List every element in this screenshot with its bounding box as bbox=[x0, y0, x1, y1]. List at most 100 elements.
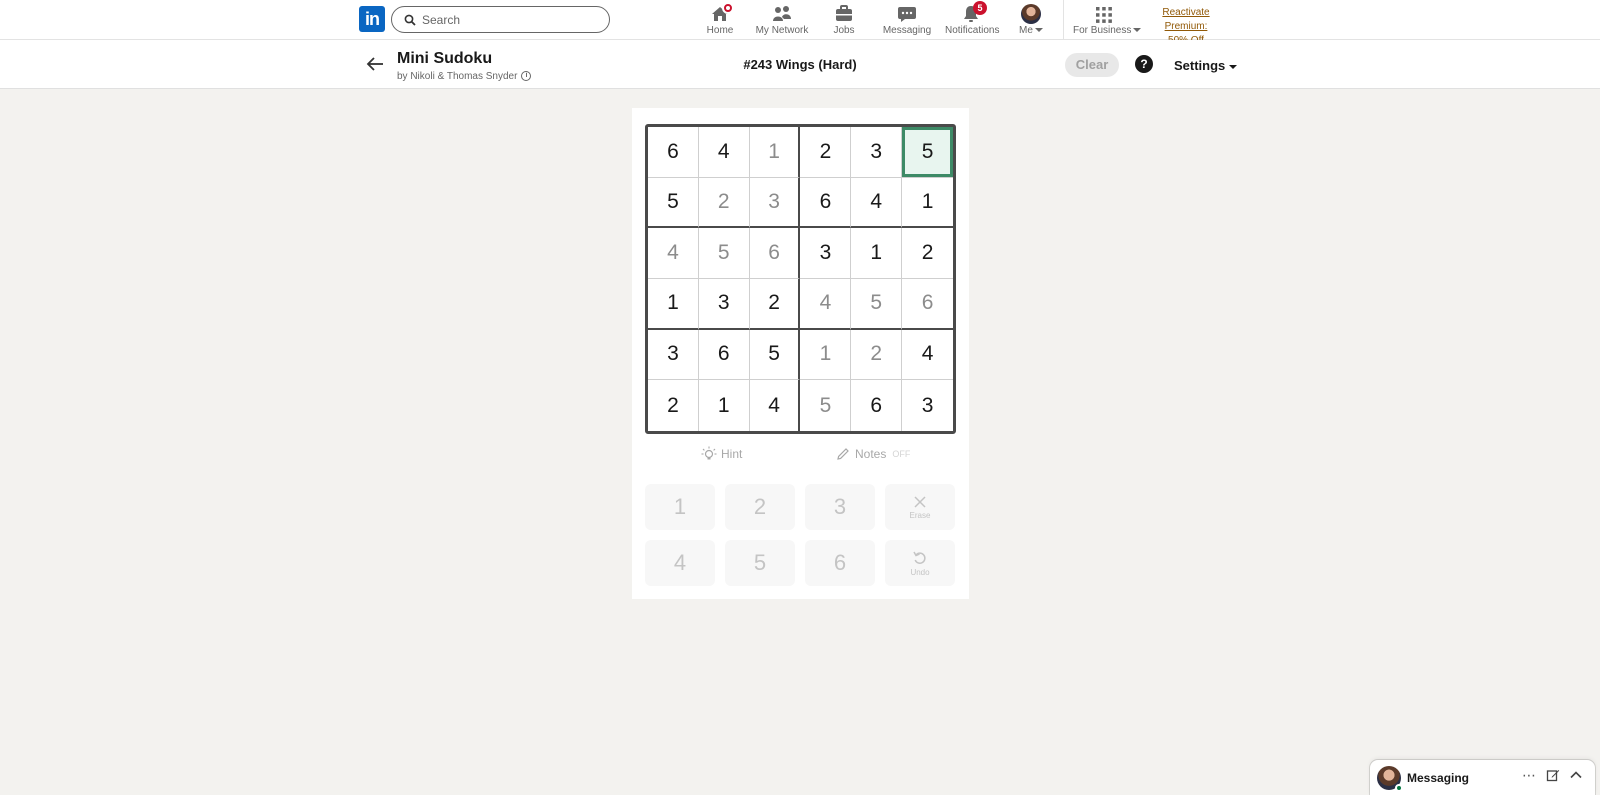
chevron-up-icon[interactable] bbox=[1569, 768, 1583, 785]
sudoku-cell-r5-c1[interactable]: 3 bbox=[648, 329, 699, 381]
nav-my-network-label: My Network bbox=[755, 25, 809, 36]
sudoku-grid: 641235523641456312132456365124214563 bbox=[645, 124, 956, 434]
sudoku-cell-r4-c6[interactable]: 6 bbox=[902, 279, 953, 330]
sudoku-cell-r5-c6[interactable]: 4 bbox=[902, 330, 953, 381]
hint-button[interactable]: Hint bbox=[701, 446, 742, 462]
nav-divider bbox=[1063, 0, 1064, 40]
undo-label: Undo bbox=[910, 567, 930, 577]
nav-home[interactable]: Home bbox=[702, 2, 738, 38]
sudoku-cell-r4-c4[interactable]: 4 bbox=[800, 279, 852, 330]
settings-label: Settings bbox=[1174, 58, 1226, 73]
undo-button[interactable]: Undo bbox=[885, 540, 955, 586]
sudoku-cell-r2-c1[interactable]: 5 bbox=[648, 177, 699, 229]
sudoku-cell-r5-c3[interactable]: 5 bbox=[749, 329, 801, 381]
nav-jobs-label: Jobs bbox=[833, 25, 855, 36]
sudoku-cell-r3-c1[interactable]: 4 bbox=[648, 228, 699, 279]
key-4[interactable]: 4 bbox=[645, 540, 715, 586]
sudoku-cell-r2-c2[interactable]: 2 bbox=[698, 177, 750, 229]
sudoku-cell-r4-c1[interactable]: 1 bbox=[648, 279, 699, 330]
search-box[interactable] bbox=[391, 6, 610, 33]
sudoku-cell-r1-c4[interactable]: 2 bbox=[800, 127, 852, 178]
clear-button[interactable]: Clear bbox=[1065, 53, 1119, 77]
arrow-left-icon bbox=[366, 57, 383, 71]
erase-label: Erase bbox=[909, 510, 931, 520]
global-nav: in Home My Network Jobs Messaging 5 bbox=[0, 0, 1600, 46]
settings-dropdown[interactable]: Settings bbox=[1174, 58, 1238, 73]
sudoku-cell-r3-c3[interactable]: 6 bbox=[749, 228, 801, 279]
close-icon bbox=[914, 495, 926, 508]
sudoku-cell-r5-c2[interactable]: 6 bbox=[698, 329, 750, 381]
hint-label: Hint bbox=[721, 447, 743, 461]
nav-notifications[interactable]: 5 Notifications bbox=[945, 1, 999, 38]
key-6[interactable]: 6 bbox=[805, 540, 875, 586]
back-button[interactable] bbox=[365, 54, 385, 74]
nav-home-label: Home bbox=[706, 25, 734, 36]
sudoku-cell-r2-c6[interactable]: 1 bbox=[902, 178, 953, 229]
chevron-down-icon bbox=[1034, 28, 1043, 33]
nav-me[interactable]: Me bbox=[1016, 4, 1046, 38]
erase-button[interactable]: Erase bbox=[885, 484, 955, 530]
sudoku-cell-r5-c4[interactable]: 1 bbox=[800, 329, 852, 381]
sudoku-cell-r3-c4[interactable]: 3 bbox=[800, 228, 852, 279]
sudoku-cell-r6-c5[interactable]: 6 bbox=[851, 380, 903, 431]
compose-icon[interactable] bbox=[1546, 768, 1560, 785]
key-1[interactable]: 1 bbox=[645, 484, 715, 530]
nav-me-label: Me bbox=[1019, 25, 1033, 36]
sudoku-cell-r5-c5[interactable]: 2 bbox=[851, 329, 903, 381]
sudoku-cell-r2-c3[interactable]: 3 bbox=[749, 177, 801, 229]
game-panel: 641235523641456312132456365124214563 Hin… bbox=[632, 108, 969, 599]
sudoku-cell-r4-c3[interactable]: 2 bbox=[749, 279, 801, 330]
sudoku-cell-r4-c5[interactable]: 5 bbox=[851, 279, 903, 330]
sudoku-cell-r3-c5[interactable]: 1 bbox=[851, 228, 903, 279]
premium-line-1: Reactivate Premium: bbox=[1162, 7, 1210, 32]
online-status-dot bbox=[1395, 784, 1403, 792]
linkedin-logo[interactable]: in bbox=[359, 6, 385, 32]
nav-my-network[interactable]: My Network bbox=[752, 4, 812, 38]
nav-jobs[interactable]: Jobs bbox=[828, 4, 860, 38]
game-byline: by Nikoli & Thomas Snyder bbox=[397, 71, 518, 82]
number-pad: 1 2 3 Erase 4 5 6 Undo bbox=[645, 484, 956, 596]
sudoku-cell-r2-c4[interactable]: 6 bbox=[800, 177, 852, 229]
sudoku-cell-r1-c5[interactable]: 3 bbox=[851, 127, 903, 178]
sudoku-cell-r6-c3[interactable]: 4 bbox=[750, 380, 801, 431]
key-2[interactable]: 2 bbox=[725, 484, 795, 530]
nav-for-business[interactable]: For Business bbox=[1073, 4, 1142, 38]
profile-avatar bbox=[1021, 4, 1041, 24]
sudoku-cell-r4-c2[interactable]: 3 bbox=[698, 279, 750, 330]
sudoku-cell-r6-c2[interactable]: 1 bbox=[699, 380, 750, 431]
sudoku-cell-r1-c6[interactable]: 5 bbox=[902, 127, 953, 178]
home-activity-badge bbox=[722, 2, 734, 14]
lightbulb-icon bbox=[701, 446, 717, 460]
sudoku-cell-r1-c3[interactable]: 1 bbox=[749, 127, 801, 178]
info-icon[interactable]: i bbox=[521, 71, 532, 82]
nav-messaging[interactable]: Messaging bbox=[882, 4, 932, 38]
notes-toggle[interactable]: Notes OFF bbox=[835, 446, 910, 462]
home-icon bbox=[710, 2, 734, 24]
pencil-icon bbox=[837, 448, 849, 460]
sudoku-cell-r6-c6[interactable]: 3 bbox=[902, 380, 953, 431]
people-icon bbox=[772, 4, 792, 24]
sudoku-cell-r3-c2[interactable]: 5 bbox=[698, 228, 750, 279]
key-3[interactable]: 3 bbox=[805, 484, 875, 530]
sudoku-cell-r3-c6[interactable]: 2 bbox=[902, 228, 953, 279]
briefcase-icon bbox=[834, 4, 854, 24]
chat-icon bbox=[897, 4, 917, 24]
messaging-dock[interactable]: Messaging ⋯ bbox=[1370, 760, 1595, 795]
bell-icon: 5 bbox=[961, 1, 987, 24]
search-icon bbox=[404, 14, 416, 26]
puzzle-name: #243 Wings (Hard) bbox=[743, 57, 857, 72]
sudoku-cell-r6-c1[interactable]: 2 bbox=[648, 380, 699, 431]
help-icon[interactable]: ? bbox=[1135, 55, 1153, 73]
sudoku-cell-r1-c2[interactable]: 4 bbox=[698, 127, 750, 178]
sudoku-cell-r1-c1[interactable]: 6 bbox=[648, 127, 699, 178]
sudoku-cell-r6-c4[interactable]: 5 bbox=[800, 380, 852, 431]
app-grid-icon bbox=[1095, 4, 1113, 24]
tool-row: Hint Notes OFF bbox=[645, 444, 956, 466]
notes-label: Notes bbox=[855, 447, 887, 461]
game-byline-row: by Nikoli & Thomas Snyder i bbox=[397, 71, 532, 82]
search-input[interactable] bbox=[422, 11, 602, 29]
game-header: Mini Sudoku by Nikoli & Thomas Snyder i #… bbox=[0, 40, 1600, 89]
more-options-icon[interactable]: ⋯ bbox=[1522, 767, 1536, 784]
key-5[interactable]: 5 bbox=[725, 540, 795, 586]
sudoku-cell-r2-c5[interactable]: 4 bbox=[851, 177, 903, 229]
